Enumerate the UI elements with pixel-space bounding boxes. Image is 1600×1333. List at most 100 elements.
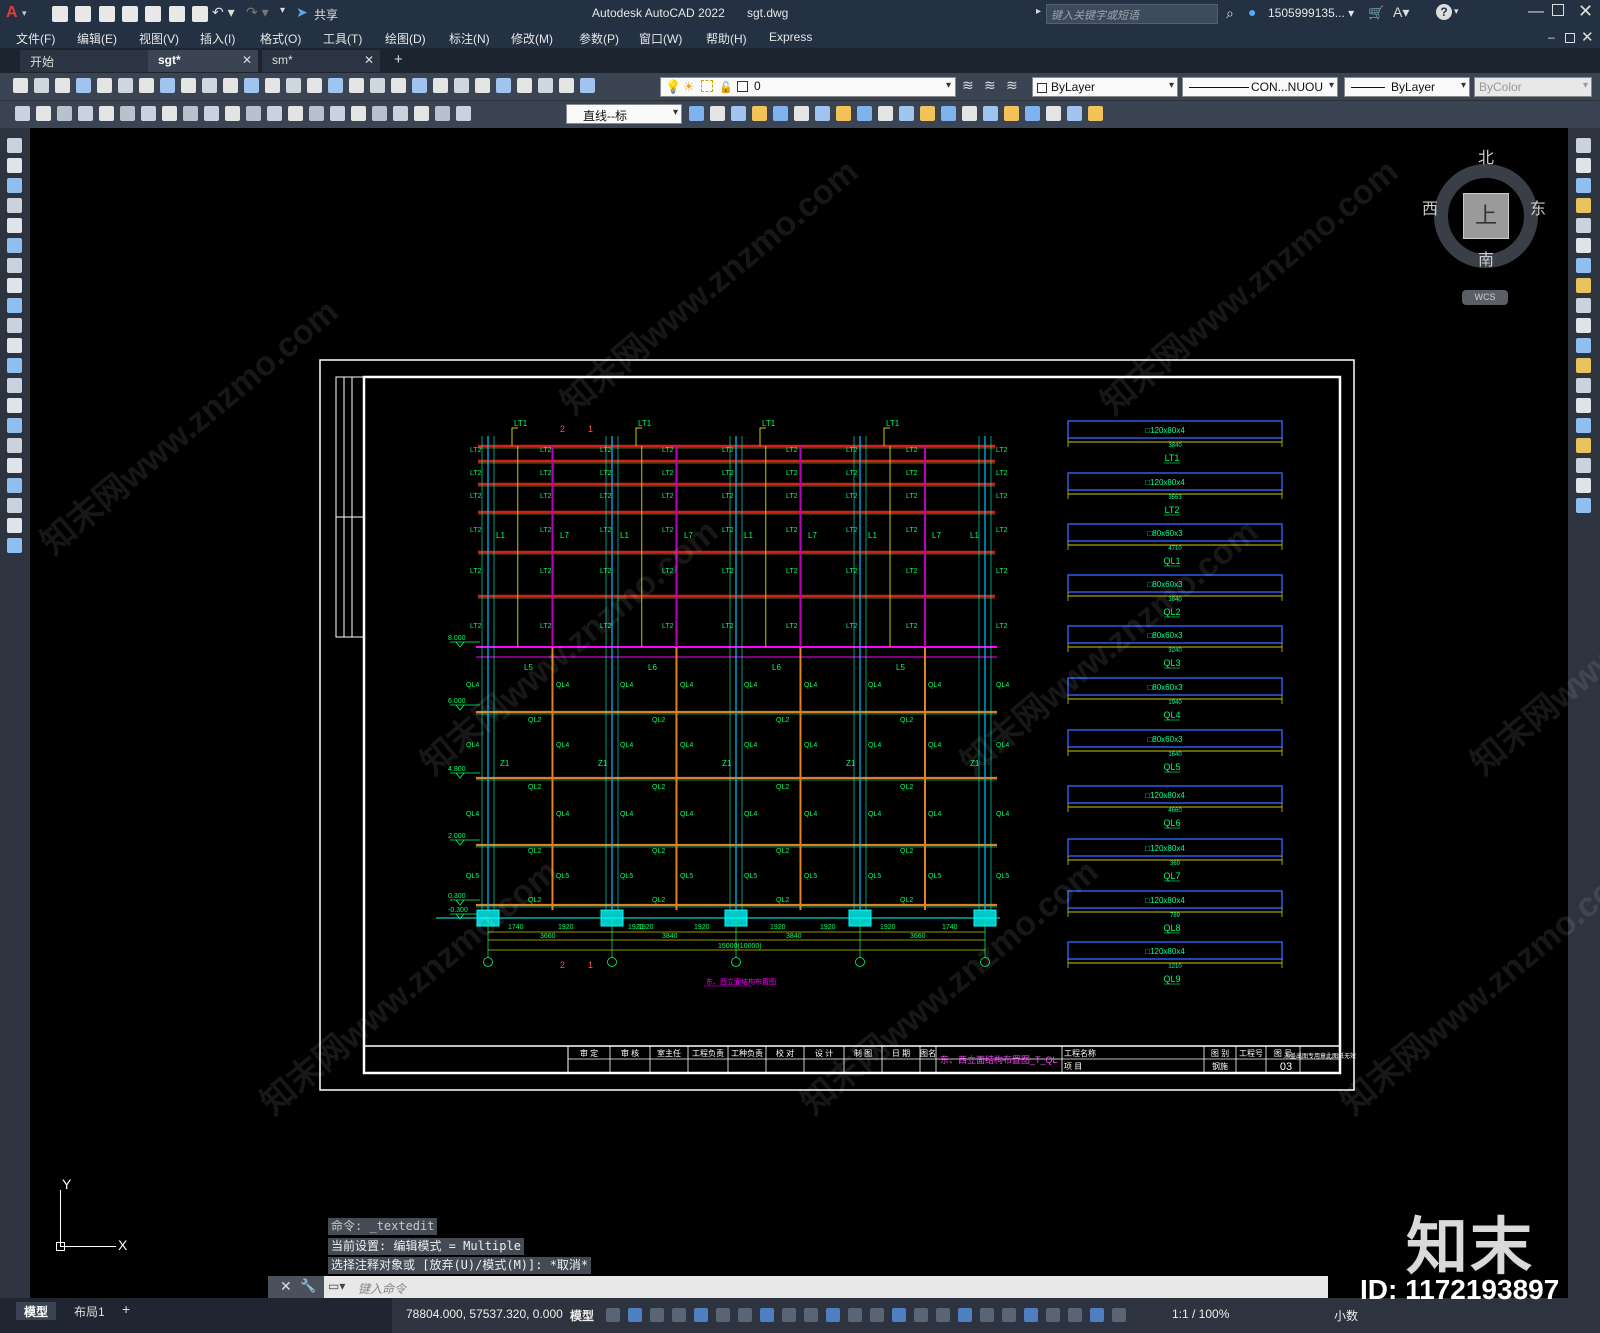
- share-button[interactable]: 共享: [314, 6, 338, 23]
- menu-tools[interactable]: 工具(T): [323, 30, 362, 47]
- compass-east[interactable]: 东: [1530, 195, 1546, 219]
- open-icon[interactable]: [75, 6, 92, 22]
- draw-tool-icon[interactable]: [7, 438, 22, 453]
- status-tool-icon[interactable]: [694, 1307, 708, 1322]
- tab-layout1[interactable]: 布局1: [66, 1302, 113, 1320]
- menu-file[interactable]: 文件(F): [16, 30, 55, 47]
- menu-format[interactable]: 格式(O): [260, 30, 301, 47]
- standard-tool-icon[interactable]: [349, 78, 364, 94]
- draw-tool-icon[interactable]: [7, 258, 22, 273]
- modify-tool-icon[interactable]: [773, 106, 788, 122]
- viewcube-top-face[interactable]: 上: [1463, 193, 1509, 239]
- make-current-layer-icon[interactable]: ≋: [962, 77, 974, 94]
- standard-tool-icon[interactable]: [412, 78, 427, 94]
- command-prompt-icon[interactable]: ▭▾: [328, 1279, 345, 1293]
- modify-tool-icon[interactable]: [1576, 198, 1591, 213]
- new-icon[interactable]: [52, 6, 68, 22]
- modify-tool-icon[interactable]: [1576, 218, 1591, 233]
- draw-tool-icon[interactable]: [7, 518, 22, 533]
- user-account[interactable]: 1505999135... ▾: [1268, 6, 1354, 20]
- draw-tool-icon[interactable]: [7, 458, 22, 473]
- modify-tool-icon[interactable]: [1576, 318, 1591, 333]
- modify-tool-icon[interactable]: [1576, 358, 1591, 373]
- close-command-icon[interactable]: ✕: [280, 1278, 292, 1295]
- standard-tool-icon[interactable]: [244, 78, 259, 94]
- standard-tool-icon[interactable]: [454, 78, 469, 94]
- status-tool-icon[interactable]: [958, 1307, 972, 1322]
- status-tool-icon[interactable]: [980, 1307, 994, 1322]
- status-tool-icon[interactable]: [870, 1307, 884, 1322]
- color-dropdown[interactable]: ByLayer ▾: [1032, 77, 1178, 97]
- dimension-tool-icon[interactable]: [393, 106, 408, 122]
- modify-tool-icon[interactable]: [1576, 398, 1591, 413]
- menu-view[interactable]: 视图(V): [139, 30, 179, 47]
- close-tab-icon[interactable]: ✕: [242, 53, 252, 67]
- menu-insert[interactable]: 插入(I): [200, 30, 235, 47]
- modify-tool-icon[interactable]: [941, 106, 956, 122]
- menu-help[interactable]: 帮助(H): [706, 30, 747, 47]
- status-tool-icon[interactable]: [848, 1307, 862, 1322]
- dimension-tool-icon[interactable]: [351, 106, 366, 122]
- modify-tool-icon[interactable]: [1576, 478, 1591, 493]
- modify-tool-icon[interactable]: [1576, 378, 1591, 393]
- draw-tool-icon[interactable]: [7, 218, 22, 233]
- draw-tool-icon[interactable]: [7, 538, 22, 553]
- modify-tool-icon[interactable]: [1576, 418, 1591, 433]
- close-tab-icon[interactable]: ✕: [364, 53, 374, 67]
- modify-tool-icon[interactable]: [752, 106, 767, 122]
- dimension-tool-icon[interactable]: [57, 106, 72, 122]
- tab-model[interactable]: 模型: [16, 1302, 57, 1320]
- standard-tool-icon[interactable]: [328, 78, 343, 94]
- chevron-down-icon[interactable]: ▾: [673, 107, 678, 118]
- dimension-tool-icon[interactable]: [435, 106, 450, 122]
- dimstyle-dropdown[interactable]: 直线--标 ▾: [566, 104, 682, 124]
- status-tool-icon[interactable]: [936, 1307, 950, 1322]
- draw-tool-icon[interactable]: [7, 398, 22, 413]
- dimension-tool-icon[interactable]: [36, 106, 51, 122]
- modify-tool-icon[interactable]: [1067, 106, 1082, 122]
- standard-tool-icon[interactable]: [286, 78, 301, 94]
- open-web-icon[interactable]: [145, 6, 162, 22]
- layer-match-icon[interactable]: ≋: [984, 77, 996, 94]
- dimension-tool-icon[interactable]: [372, 106, 387, 122]
- modify-tool-icon[interactable]: [1576, 258, 1591, 273]
- draw-tool-icon[interactable]: [7, 158, 22, 173]
- standard-tool-icon[interactable]: [475, 78, 490, 94]
- command-input[interactable]: 键入命令: [358, 1280, 406, 1297]
- draw-tool-icon[interactable]: [7, 338, 22, 353]
- dimension-tool-icon[interactable]: [204, 106, 219, 122]
- dimension-tool-icon[interactable]: [288, 106, 303, 122]
- modify-tool-icon[interactable]: [1046, 106, 1061, 122]
- modify-tool-icon[interactable]: [1576, 498, 1591, 513]
- standard-tool-icon[interactable]: [34, 78, 49, 94]
- standard-tool-icon[interactable]: [139, 78, 154, 94]
- viewcube[interactable]: 上 北 南 东 西 WCS: [1422, 150, 1546, 305]
- menu-edit[interactable]: 编辑(E): [77, 30, 117, 47]
- dimension-tool-icon[interactable]: [456, 106, 471, 122]
- standard-tool-icon[interactable]: [559, 78, 574, 94]
- standard-tool-icon[interactable]: [517, 78, 532, 94]
- draw-tool-icon[interactable]: [7, 238, 22, 253]
- modify-tool-icon[interactable]: [1576, 238, 1591, 253]
- annotation-scale[interactable]: 1:1 / 100%: [1172, 1307, 1229, 1321]
- status-tool-icon[interactable]: [1112, 1307, 1126, 1322]
- compass-south[interactable]: 南: [1478, 246, 1494, 270]
- wcs-menu[interactable]: WCS: [1462, 290, 1508, 305]
- doc-restore-icon[interactable]: [1565, 33, 1575, 43]
- standard-tool-icon[interactable]: [307, 78, 322, 94]
- dimension-tool-icon[interactable]: [414, 106, 429, 122]
- layer-previous-icon[interactable]: ≋: [1006, 77, 1018, 94]
- status-tool-icon[interactable]: [1002, 1307, 1016, 1322]
- menu-window[interactable]: 窗口(W): [639, 30, 682, 47]
- dimension-tool-icon[interactable]: [309, 106, 324, 122]
- app-menu-chevron-icon[interactable]: ▾: [22, 8, 27, 19]
- status-tool-icon[interactable]: [914, 1307, 928, 1322]
- undo-icon[interactable]: ↶ ▾: [212, 4, 235, 21]
- draw-tool-icon[interactable]: [7, 298, 22, 313]
- tab-start[interactable]: 开始: [20, 50, 148, 72]
- modify-tool-icon[interactable]: [1576, 338, 1591, 353]
- modify-tool-icon[interactable]: [815, 106, 830, 122]
- chevron-down-icon[interactable]: ▾: [1169, 80, 1174, 91]
- standard-tool-icon[interactable]: [55, 78, 70, 94]
- status-tool-icon[interactable]: [782, 1307, 796, 1322]
